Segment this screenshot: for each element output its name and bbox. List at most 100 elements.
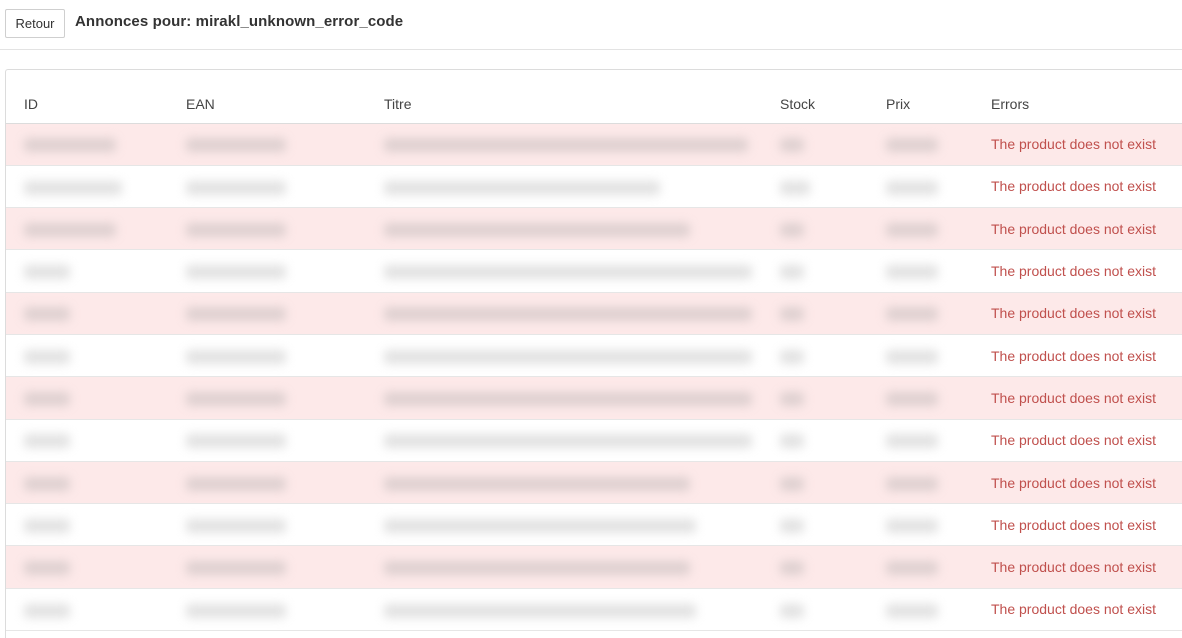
column-header-id[interactable]: ID (6, 70, 168, 124)
cell-id (6, 123, 168, 166)
table-row[interactable]: The product does not exist (6, 334, 1182, 378)
cell-stock (762, 249, 868, 293)
cell-error: The product does not exist (973, 249, 1182, 293)
cell-prix (868, 503, 973, 547)
redacted-text (780, 222, 804, 237)
redacted-text (780, 349, 804, 364)
cell-ean (168, 503, 366, 547)
redacted-text (384, 307, 752, 322)
column-header-prix[interactable]: Prix (868, 70, 973, 124)
column-header-ean[interactable]: EAN (168, 70, 366, 124)
redacted-text (384, 392, 752, 407)
cell-id (6, 334, 168, 378)
redacted-text (886, 392, 938, 407)
redacted-text (780, 603, 804, 618)
table-row[interactable]: The product does not exist (6, 419, 1182, 462)
cell-stock (762, 461, 868, 505)
cell-error: The product does not exist (973, 503, 1182, 547)
cell-error: The product does not exist (973, 334, 1182, 378)
cell-ean (168, 292, 366, 335)
column-header-errors[interactable]: Errors (973, 70, 1182, 124)
redacted-text (24, 307, 70, 322)
cell-prix (868, 207, 973, 251)
redacted-text (384, 434, 752, 449)
table-row[interactable]: The product does not exist (6, 545, 1182, 589)
back-button[interactable]: Retour (5, 9, 65, 38)
table-row[interactable]: The product does not exist (6, 376, 1182, 420)
redacted-text (186, 561, 286, 576)
cell-stock (762, 545, 868, 589)
cell-titre (366, 207, 762, 251)
table-row[interactable]: The product does not exist (6, 503, 1182, 547)
cell-error: The product does not exist (973, 123, 1182, 166)
cell-prix (868, 123, 973, 166)
table-row[interactable]: The product does not exist (6, 165, 1182, 209)
listings-panel: ID EAN Titre Stock Prix Errors The produ… (5, 69, 1182, 638)
redacted-text (384, 476, 690, 491)
cell-titre (366, 503, 762, 547)
cell-prix (868, 588, 973, 632)
table-row[interactable]: The product does not exist (6, 461, 1182, 505)
cell-id (6, 503, 168, 547)
redacted-text (886, 603, 938, 618)
redacted-text (24, 434, 70, 449)
table-row[interactable]: The product does not exist (6, 207, 1182, 251)
redacted-text (384, 603, 696, 618)
cell-prix (868, 292, 973, 335)
cell-stock (762, 419, 868, 462)
cell-error: The product does not exist (973, 292, 1182, 335)
table-row[interactable]: The product does not exist (6, 588, 1182, 632)
redacted-text (384, 518, 696, 533)
cell-titre (366, 334, 762, 378)
redacted-text (186, 603, 286, 618)
redacted-text (186, 307, 286, 322)
redacted-text (886, 307, 938, 322)
cell-id (6, 249, 168, 293)
table-row[interactable]: The product does not exist (6, 249, 1182, 293)
cell-ean (168, 249, 366, 293)
redacted-text (384, 222, 690, 237)
cell-titre (366, 545, 762, 589)
cell-id (6, 207, 168, 251)
redacted-text (886, 138, 938, 153)
cell-titre (366, 419, 762, 462)
cell-ean (168, 588, 366, 632)
redacted-text (780, 476, 804, 491)
redacted-text (886, 222, 938, 237)
cell-stock (762, 503, 868, 547)
redacted-text (780, 307, 804, 322)
cell-id (6, 461, 168, 505)
cell-stock (762, 123, 868, 166)
redacted-text (780, 434, 804, 449)
cell-ean (168, 207, 366, 251)
redacted-text (384, 180, 660, 195)
redacted-text (384, 265, 752, 280)
cell-error: The product does not exist (973, 165, 1182, 209)
redacted-text (780, 561, 804, 576)
redacted-text (24, 349, 70, 364)
column-header-titre[interactable]: Titre (366, 70, 762, 124)
top-bar: Retour Annonces pour: mirakl_unknown_err… (0, 0, 1182, 50)
table-row[interactable]: The product does not exist (6, 123, 1182, 166)
cell-ean (168, 545, 366, 589)
redacted-text (186, 138, 286, 153)
table-row[interactable]: The product does not exist (6, 292, 1182, 335)
cell-id (6, 292, 168, 335)
cell-prix (868, 249, 973, 293)
redacted-text (24, 265, 70, 280)
cell-error: The product does not exist (973, 419, 1182, 462)
cell-ean (168, 334, 366, 378)
column-header-stock[interactable]: Stock (762, 70, 868, 124)
redacted-text (886, 180, 938, 195)
cell-stock (762, 292, 868, 335)
redacted-text (886, 561, 938, 576)
redacted-text (886, 349, 938, 364)
cell-id (6, 588, 168, 632)
cell-titre (366, 376, 762, 420)
cell-prix (868, 461, 973, 505)
redacted-text (384, 138, 748, 153)
cell-ean (168, 123, 366, 166)
page-title: Annonces pour: mirakl_unknown_error_code (75, 13, 404, 30)
redacted-text (24, 561, 70, 576)
cell-id (6, 165, 168, 209)
